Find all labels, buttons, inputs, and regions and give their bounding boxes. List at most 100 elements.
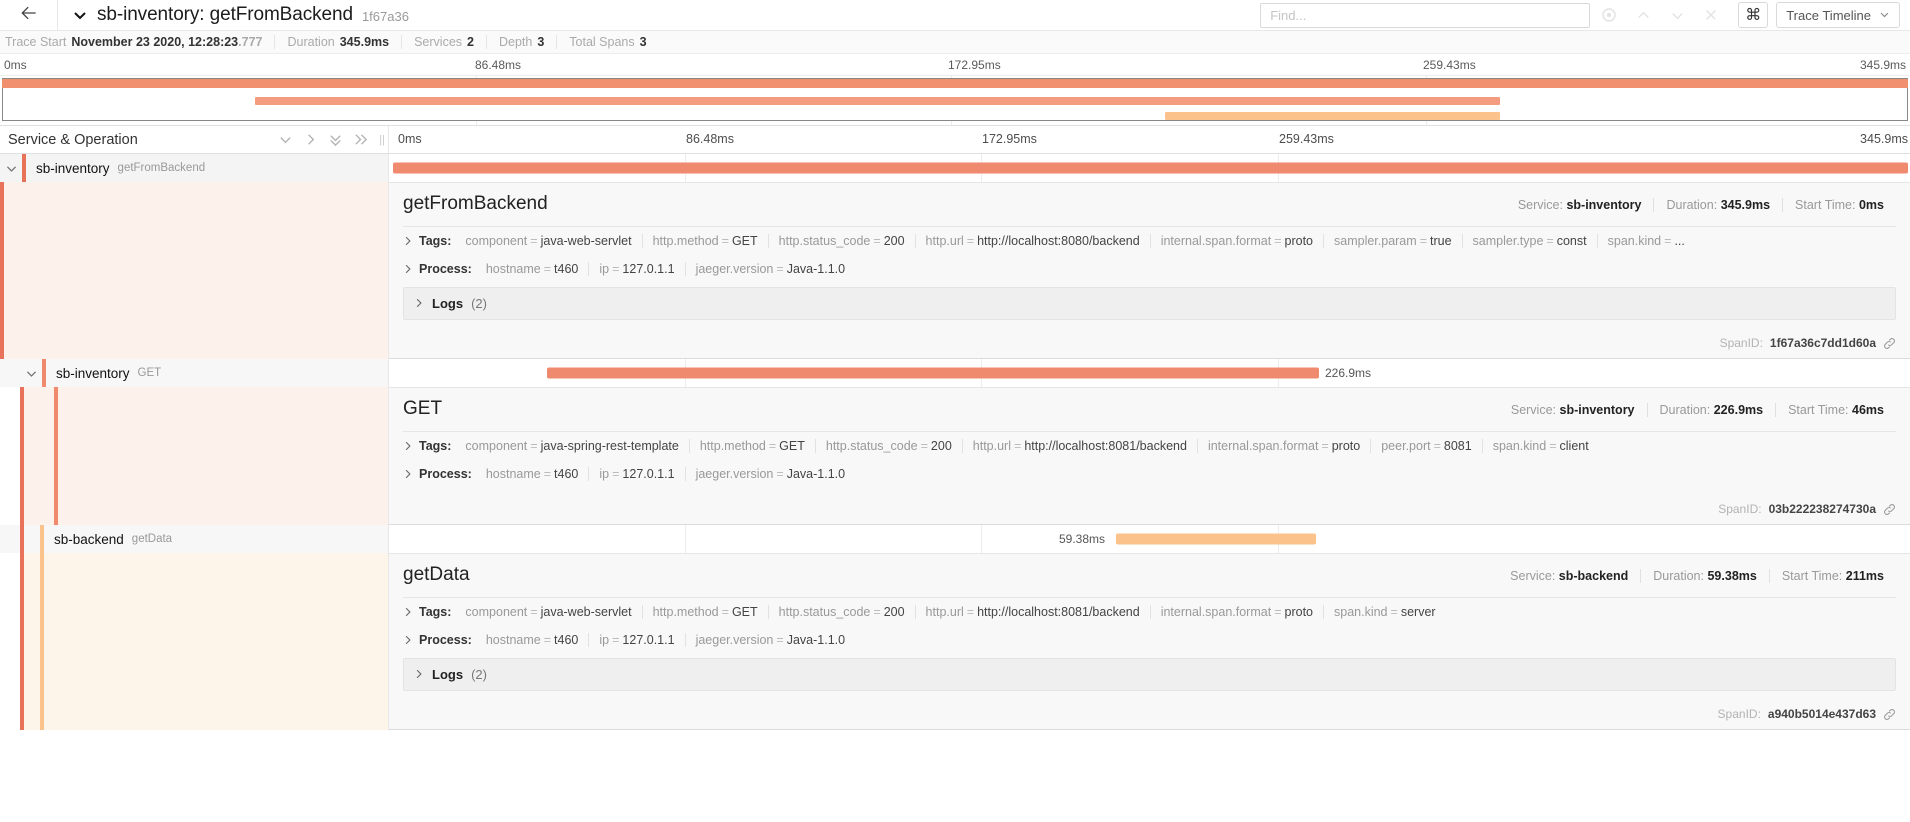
tag-item: http.url = http://localhost:8081/backend	[914, 605, 1150, 619]
process-item: hostname = t460	[485, 467, 579, 481]
start-time-value: 211ms	[1845, 569, 1884, 583]
span-bar[interactable]	[393, 162, 1908, 174]
chevron-down-icon[interactable]	[0, 162, 22, 175]
meta-depth-label: Depth	[498, 35, 533, 49]
chevron-up-icon[interactable]	[1626, 2, 1660, 28]
link-icon[interactable]	[1883, 337, 1896, 350]
tag-item: internal.span.format = proto	[1149, 234, 1323, 248]
logs-toggle[interactable]: Logs (2)	[403, 287, 1896, 320]
chevron-right-icon[interactable]	[403, 635, 419, 645]
meta-duration-label: Duration	[287, 35, 335, 49]
chevron-right-icon[interactable]	[403, 264, 419, 274]
span-detail-operation: GET	[403, 398, 443, 419]
table-row[interactable]: sb-inventory GET 226.9ms	[0, 359, 1910, 387]
span-row-timeline[interactable]	[389, 154, 1910, 182]
column-resize-grip-icon[interactable]: ||	[379, 134, 385, 146]
chevron-down-icon[interactable]	[20, 367, 42, 380]
span-tags-row[interactable]: Tags: component = java-web-servlet http.me…	[403, 598, 1896, 626]
tag-item: http.url = http://localhost:8081/backend	[961, 439, 1197, 453]
span-detail-meta: Service: sb-inventory Duration: 226.9ms …	[1499, 403, 1896, 417]
meta-trace-start-frac: .777	[238, 35, 263, 49]
span-row-timeline[interactable]: 59.38ms	[389, 525, 1910, 553]
chevron-right-icon	[414, 296, 424, 311]
chevron-down-icon[interactable]	[72, 7, 88, 23]
span-rows: sb-inventory getFromBackend getFromBacke…	[0, 154, 1910, 730]
span-process-row[interactable]: Process: hostname = t460 ip = 127.0.1.1 jaeg…	[403, 460, 1896, 488]
search-nav	[1592, 2, 1728, 28]
span-id-value: 1f67a36c7dd1d60a	[1769, 336, 1876, 350]
process-item: ip = 127.0.1.1	[588, 633, 684, 647]
minimap-tick-2: 172.95ms	[948, 58, 1001, 72]
timeline-tick-4: 345.9ms	[1860, 132, 1908, 146]
minimap-ticks: 0ms 86.48ms 172.95ms 259.43ms 345.9ms	[0, 54, 1910, 76]
double-chevron-right-icon[interactable]	[353, 132, 368, 147]
span-process-row[interactable]: Process: hostname = t460 ip = 127.0.1.1 jaeg…	[403, 255, 1896, 283]
duration-value: 345.9ms	[1720, 198, 1771, 212]
span-detail-body: getFromBackend Service: sb-inventory Dur…	[389, 182, 1910, 359]
jaeger-trace-view: sb-inventory: getFromBackend 1f67a36 Fin…	[0, 0, 1910, 822]
minimap-body[interactable]	[0, 76, 1910, 125]
minimap-bar-root	[2, 79, 1908, 88]
minimap-tick-3: 259.43ms	[1423, 58, 1476, 72]
chevron-down-icon[interactable]	[278, 132, 293, 147]
link-icon[interactable]	[1883, 503, 1896, 516]
tag-item: http.status_code = 200	[767, 234, 915, 248]
span-detail-panel: GET Service: sb-inventory Duration: 226.…	[0, 387, 1910, 525]
tag-item: peer.port = 8081	[1370, 439, 1481, 453]
span-bar[interactable]	[1116, 533, 1316, 545]
process-list: hostname = t460 ip = 127.0.1.1 jaeger.versio…	[486, 633, 855, 647]
span-id-value: a940b5014e437d63	[1767, 707, 1876, 721]
process-item: hostname = t460	[485, 633, 579, 647]
chevron-right-icon[interactable]	[403, 469, 419, 479]
chevron-right-icon[interactable]	[303, 132, 318, 147]
search-box[interactable]	[1260, 2, 1591, 28]
span-tags-row[interactable]: Tags: component = java-spring-rest-templat…	[403, 432, 1896, 460]
chevron-right-icon[interactable]	[403, 441, 419, 451]
tags-list: component = java-web-servlet http.method = G…	[465, 234, 1694, 248]
timeline-tick-3: 259.43ms	[1279, 132, 1334, 146]
span-detail-header: GET Service: sb-inventory Duration: 226.…	[403, 388, 1896, 432]
service-label: Service:	[1517, 198, 1563, 212]
process-item: ip = 127.0.1.1	[588, 467, 684, 481]
close-icon[interactable]	[1694, 2, 1728, 28]
service-value: sb-inventory	[1559, 403, 1635, 417]
view-mode-select[interactable]: Trace Timeline	[1776, 2, 1900, 28]
back-button[interactable]	[0, 0, 58, 30]
process-label: Process:	[419, 467, 472, 481]
chevron-right-icon[interactable]	[403, 236, 419, 246]
span-detail-meta: Service: sb-inventory Duration: 345.9ms …	[1506, 198, 1896, 212]
tag-item: http.status_code = 200	[767, 605, 915, 619]
tag-item: component = java-spring-rest-template	[465, 439, 679, 453]
span-operation-name: GET	[137, 367, 162, 379]
double-chevron-down-icon[interactable]	[328, 132, 343, 147]
span-id-value: 03b222238274730a	[1768, 502, 1876, 516]
span-id-label: SpanID:	[1719, 336, 1763, 350]
process-item: hostname = t460	[485, 262, 579, 276]
tree-controls	[278, 132, 388, 147]
logs-count: (2)	[471, 667, 487, 682]
span-detail-operation: getData	[403, 564, 470, 585]
span-tags-row[interactable]: Tags: component = java-web-servlet http.me…	[403, 227, 1896, 255]
table-row[interactable]: sb-backend getData 59.38ms	[0, 525, 1910, 553]
span-detail-gutter	[0, 182, 389, 359]
logs-toggle[interactable]: Logs (2)	[403, 658, 1896, 691]
span-id-row: SpanID: a940b5014e437d63	[403, 701, 1896, 729]
service-operation-header: Service & Operation ||	[0, 126, 389, 153]
tag-item: http.url = http://localhost:8080/backend	[914, 234, 1150, 248]
span-detail-meta: Service: sb-backend Duration: 59.38ms St…	[1498, 569, 1896, 583]
chevron-down-icon[interactable]	[1660, 2, 1694, 28]
search-input[interactable]	[1270, 7, 1581, 23]
keyboard-shortcuts-button[interactable]: ⌘	[1738, 2, 1769, 28]
span-detail-gutter	[0, 553, 389, 730]
table-row[interactable]: sb-inventory getFromBackend	[0, 154, 1910, 182]
span-bar[interactable]	[547, 367, 1319, 379]
minimap[interactable]: 0ms 86.48ms 172.95ms 259.43ms 345.9ms	[0, 54, 1910, 126]
span-row-label[interactable]: sb-inventory GET	[0, 359, 389, 387]
span-row-label[interactable]: sb-inventory getFromBackend	[0, 154, 389, 182]
span-row-label[interactable]: sb-backend getData	[0, 525, 389, 553]
span-row-timeline[interactable]: 226.9ms	[389, 359, 1910, 387]
chevron-right-icon[interactable]	[403, 607, 419, 617]
span-process-row[interactable]: Process: hostname = t460 ip = 127.0.1.1 jaeg…	[403, 626, 1896, 654]
link-icon[interactable]	[1883, 708, 1896, 721]
crosshair-icon[interactable]	[1592, 2, 1626, 28]
